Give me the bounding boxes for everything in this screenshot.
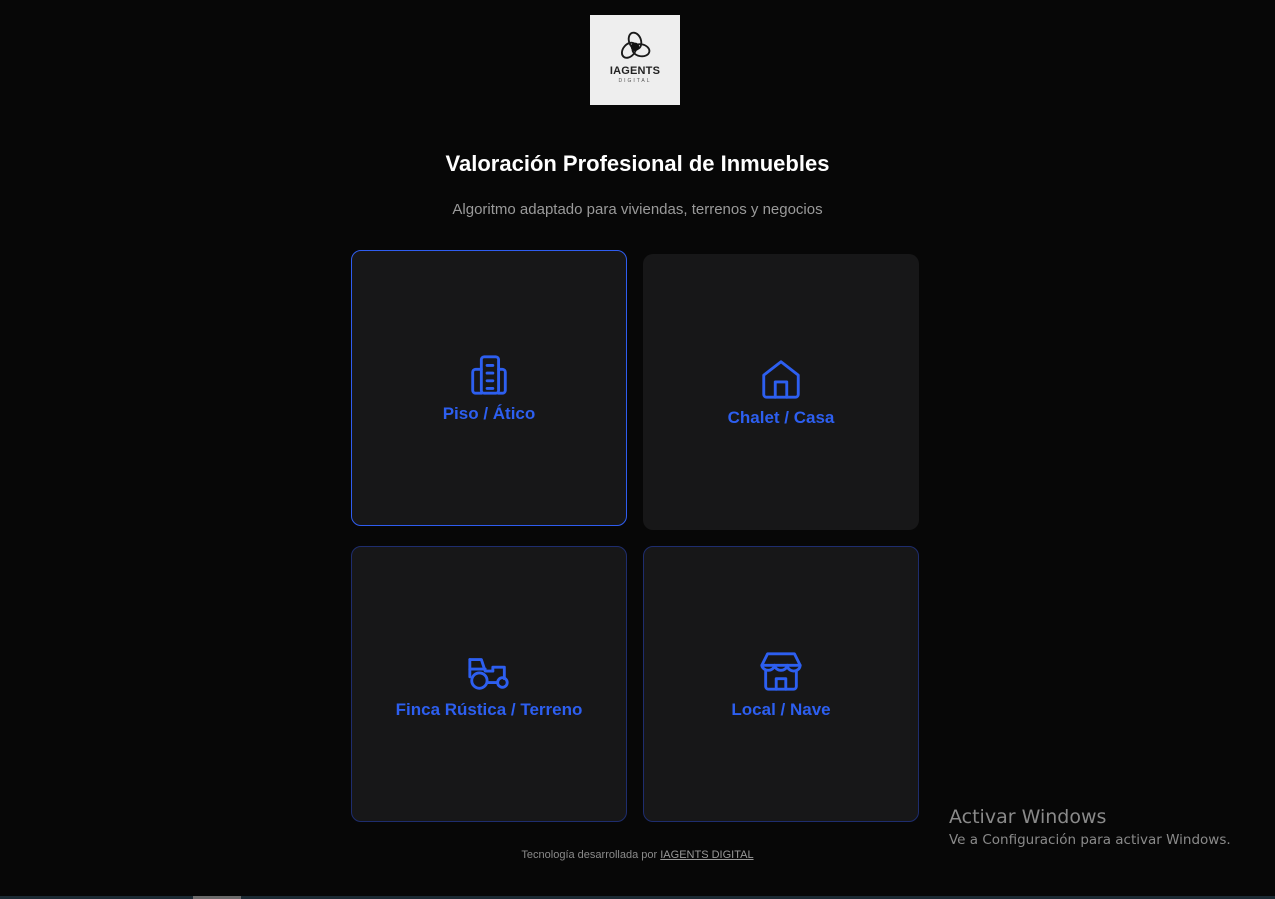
page: IAGENTS DIGITAL Valoración Profesional d… [0, 0, 1275, 899]
footer: Tecnología desarrollada por IAGENTS DIGI… [0, 849, 1275, 861]
footer-text: Tecnología desarrollada por [521, 849, 658, 861]
page-title: Valoración Profesional de Inmuebles [445, 151, 830, 176]
option-label: Local / Nave [731, 700, 831, 719]
option-card-local[interactable]: Local / Nave [643, 546, 919, 822]
store-icon [760, 652, 802, 691]
option-card-finca[interactable]: Finca Rústica / Terreno [351, 546, 627, 822]
option-card-piso[interactable]: Piso / Ático [351, 250, 627, 526]
option-label: Finca Rústica / Terreno [395, 700, 583, 719]
watermark-title: Activar Windows [949, 806, 1107, 828]
option-card-chalet[interactable]: Chalet / Casa [643, 254, 919, 530]
tractor-icon [468, 658, 509, 690]
spiral-logo-icon [620, 31, 651, 59]
house-icon [762, 360, 800, 399]
option-label: Chalet / Casa [727, 408, 835, 427]
option-label: Piso / Ático [442, 404, 536, 423]
footer-link[interactable]: IAGENTS DIGITAL [660, 849, 753, 861]
windows-activation-watermark: Activar Windows Ve a Configuración para … [949, 806, 1231, 848]
brand-sub: DIGITAL [618, 78, 652, 84]
brand-logo: IAGENTS DIGITAL [590, 15, 680, 105]
building-icon [471, 355, 507, 395]
page-subtitle: Algoritmo adaptado para viviendas, terre… [452, 201, 823, 218]
watermark-subtitle: Ve a Configuración para activar Windows. [949, 832, 1231, 848]
brand-name: IAGENTS [609, 65, 661, 77]
